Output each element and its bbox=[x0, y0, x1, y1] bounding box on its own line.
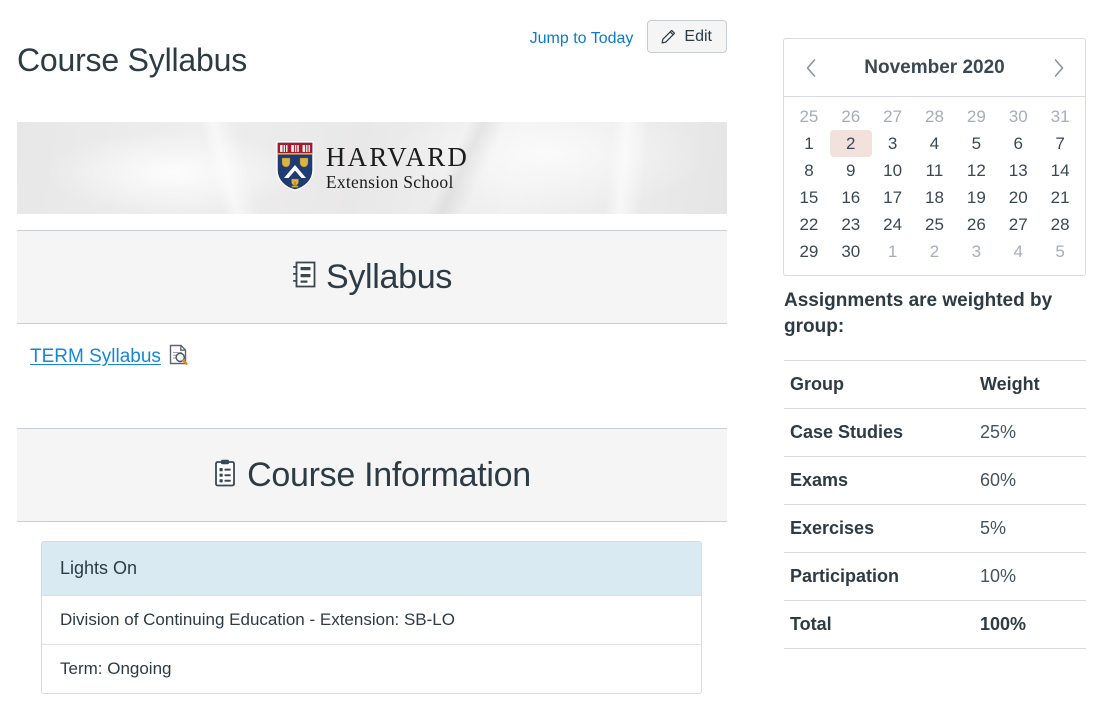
weights-weight-cell: 60% bbox=[974, 456, 1086, 505]
calendar-day[interactable]: 27 bbox=[872, 103, 914, 130]
weights-total-row: Total 100% bbox=[784, 600, 1086, 649]
calendar-header: November 2020 bbox=[784, 39, 1085, 97]
sidebar-column: November 2020 25 26 27 28 29 30 31 1 2 3 4 5 6 7 8 9 10 1… bbox=[783, 0, 1086, 712]
calendar-day[interactable]: 4 bbox=[997, 238, 1039, 265]
calendar-day[interactable]: 17 bbox=[872, 184, 914, 211]
calendar-day[interactable]: 11 bbox=[914, 157, 956, 184]
clipboard-icon bbox=[213, 459, 237, 492]
syllabus-page: Course Syllabus Jump to Today Edit HARVA… bbox=[0, 0, 1098, 712]
chevron-right-icon[interactable] bbox=[1045, 55, 1071, 81]
calendar-day[interactable]: 28 bbox=[1039, 211, 1081, 238]
page-header: Course Syllabus Jump to Today Edit bbox=[17, 20, 727, 84]
edit-button[interactable]: Edit bbox=[647, 20, 727, 53]
calendar-day[interactable]: 16 bbox=[830, 184, 872, 211]
weights-row: Exams 60% bbox=[784, 456, 1086, 505]
calendar-day-today[interactable]: 2 bbox=[829, 130, 872, 157]
calendar-day[interactable]: 8 bbox=[788, 157, 830, 184]
weights-weight-cell: 100% bbox=[974, 600, 1086, 649]
calendar-day[interactable]: 5 bbox=[1039, 238, 1081, 265]
calendar-day[interactable]: 3 bbox=[872, 130, 914, 157]
calendar-day[interactable]: 1 bbox=[872, 238, 914, 265]
weights-row: Participation 10% bbox=[784, 552, 1086, 601]
calendar-day[interactable]: 12 bbox=[955, 157, 997, 184]
calendar-day[interactable]: 13 bbox=[997, 157, 1039, 184]
document-preview-icon bbox=[169, 344, 188, 370]
table-row: Term: Ongoing bbox=[60, 659, 172, 678]
weights-group-cell: Case Studies bbox=[784, 408, 974, 457]
weights-col-group: Group bbox=[784, 360, 974, 409]
weights-row: Case Studies 25% bbox=[784, 408, 1086, 457]
calendar-day[interactable]: 18 bbox=[914, 184, 956, 211]
calendar-day[interactable]: 26 bbox=[955, 211, 997, 238]
chevron-left-icon[interactable] bbox=[798, 55, 824, 81]
weights-header-row: Group Weight bbox=[784, 360, 1086, 409]
weights-row: Exercises 5% bbox=[784, 504, 1086, 553]
syllabus-section-header: Syllabus bbox=[17, 230, 727, 324]
calendar-day[interactable]: 22 bbox=[788, 211, 830, 238]
harvard-logo-primary: HARVARD bbox=[325, 142, 470, 173]
weights-weight-cell: 5% bbox=[974, 504, 1086, 553]
calendar-day[interactable]: 14 bbox=[1039, 157, 1081, 184]
calendar-day[interactable]: 31 bbox=[1039, 103, 1081, 130]
weights-group-cell: Exercises bbox=[784, 504, 974, 553]
table-row: Division of Continuing Education - Exten… bbox=[42, 596, 701, 645]
calendar-day[interactable]: 10 bbox=[872, 157, 914, 184]
calendar-day[interactable]: 26 bbox=[830, 103, 872, 130]
header-actions: Jump to Today Edit bbox=[530, 20, 727, 53]
course-information-section-title: Course Information bbox=[247, 455, 531, 494]
course-info-table: Lights On Division of Continuing Educati… bbox=[41, 541, 702, 694]
term-syllabus-row: TERM Syllabus bbox=[30, 344, 188, 370]
weights-weight-cell: 10% bbox=[974, 552, 1086, 601]
calendar-day[interactable]: 1 bbox=[788, 130, 830, 157]
pencil-icon bbox=[660, 28, 677, 45]
calendar-day[interactable]: 9 bbox=[830, 157, 872, 184]
calendar-day[interactable]: 6 bbox=[997, 130, 1039, 157]
course-information-section-header: Course Information bbox=[17, 428, 727, 522]
calendar-day[interactable]: 19 bbox=[955, 184, 997, 211]
calendar-day[interactable]: 29 bbox=[788, 238, 830, 265]
weights-group-cell: Exams bbox=[784, 456, 974, 505]
weights-col-weight: Weight bbox=[974, 360, 1086, 409]
calendar-day[interactable]: 23 bbox=[830, 211, 872, 238]
weights-weight-cell: 25% bbox=[974, 408, 1086, 457]
calendar-day[interactable]: 25 bbox=[788, 103, 830, 130]
weights-intro-text: Assignments are weighted by group: bbox=[784, 290, 1053, 337]
calendar-day[interactable]: 25 bbox=[914, 211, 956, 238]
calendar-day[interactable]: 27 bbox=[997, 211, 1039, 238]
term-syllabus-link[interactable]: TERM Syllabus bbox=[30, 346, 161, 368]
calendar-day[interactable]: 24 bbox=[872, 211, 914, 238]
mini-calendar: November 2020 25 26 27 28 29 30 31 1 2 3 4 5 6 7 8 9 10 1… bbox=[783, 38, 1086, 276]
calendar-day[interactable]: 20 bbox=[997, 184, 1039, 211]
calendar-day[interactable]: 5 bbox=[955, 130, 997, 157]
calendar-day[interactable]: 29 bbox=[955, 103, 997, 130]
calendar-day[interactable]: 3 bbox=[955, 238, 997, 265]
calendar-day[interactable]: 15 bbox=[788, 184, 830, 211]
calendar-day[interactable]: 4 bbox=[914, 130, 956, 157]
harvard-shield-icon bbox=[275, 140, 315, 197]
calendar-day[interactable]: 30 bbox=[997, 103, 1039, 130]
harvard-banner: HARVARD Extension School bbox=[17, 122, 727, 214]
edit-button-label: Edit bbox=[684, 27, 712, 45]
calendar-day[interactable]: 7 bbox=[1039, 130, 1081, 157]
calendar-month-label: November 2020 bbox=[864, 56, 1005, 78]
harvard-logo-text: HARVARD Extension School bbox=[326, 144, 469, 192]
weights-group-cell: Total bbox=[784, 600, 974, 649]
main-content-column: Course Syllabus Jump to Today Edit HARVA… bbox=[0, 0, 760, 712]
course-info-table-header: Lights On bbox=[42, 542, 701, 596]
assignment-weights-table: Group Weight Case Studies 25% Exams 60% Exer… bbox=[784, 360, 1086, 649]
calendar-day[interactable]: 2 bbox=[914, 238, 956, 265]
harvard-logo-lockup: HARVARD Extension School bbox=[275, 140, 469, 197]
calendar-day[interactable]: 28 bbox=[914, 103, 956, 130]
harvard-logo-secondary: Extension School bbox=[325, 172, 454, 193]
notebook-document-icon bbox=[292, 261, 316, 293]
weights-group-cell: Participation bbox=[784, 552, 974, 601]
calendar-day-grid: 25 26 27 28 29 30 31 1 2 3 4 5 6 7 8 9 10 11 12 13 14 15 16 17 1… bbox=[784, 97, 1085, 275]
calendar-day[interactable]: 21 bbox=[1039, 184, 1081, 211]
syllabus-section-title: Syllabus bbox=[325, 257, 453, 296]
jump-to-today-link[interactable]: Jump to Today bbox=[530, 26, 634, 48]
page-title: Course Syllabus bbox=[17, 42, 248, 79]
calendar-day[interactable]: 30 bbox=[830, 238, 872, 265]
